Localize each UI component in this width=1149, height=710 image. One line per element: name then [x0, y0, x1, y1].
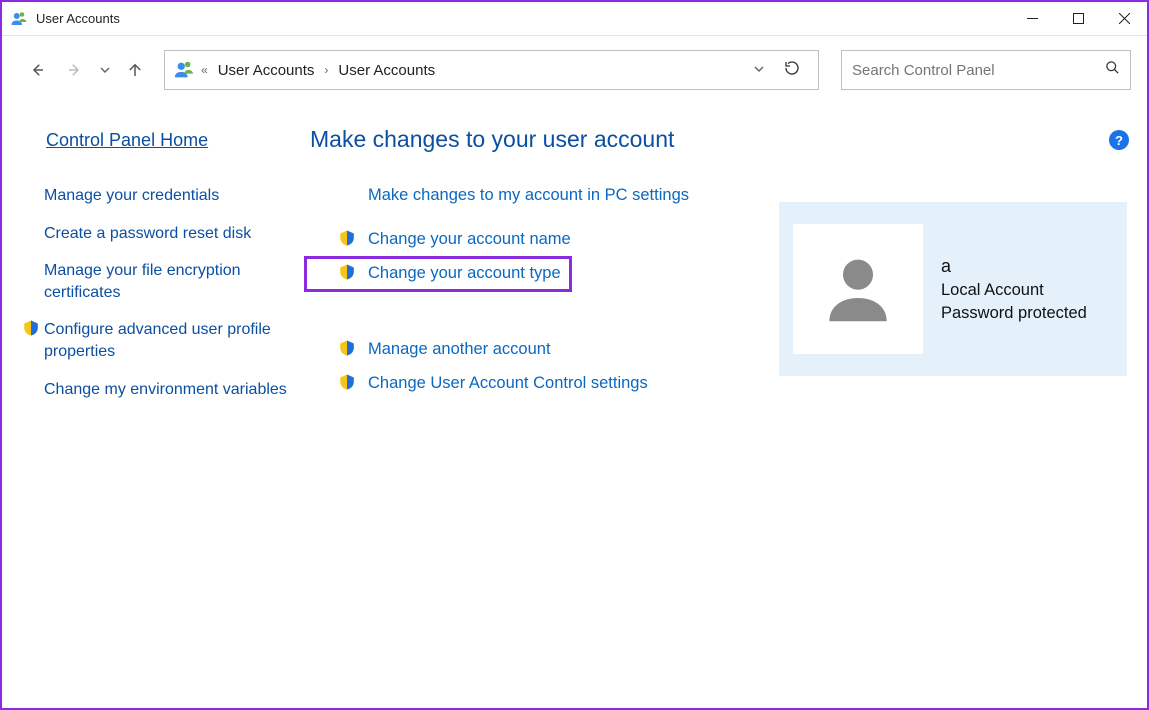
control-panel-home-link[interactable]: Control Panel Home: [20, 130, 310, 151]
link-change-account-name[interactable]: Change your account name: [368, 230, 571, 249]
history-dropdown[interactable]: [96, 53, 114, 87]
account-type: Local Account: [941, 281, 1087, 300]
search-icon[interactable]: [1105, 60, 1120, 80]
titlebar: User Accounts: [2, 2, 1147, 36]
sidebar-item-password-reset-disk[interactable]: Create a password reset disk: [44, 223, 251, 245]
link-change-account-type[interactable]: Change your account type: [368, 264, 561, 283]
toolbar: « User Accounts › User Accounts: [2, 36, 1147, 104]
back-button[interactable]: [20, 53, 54, 87]
user-avatar-icon: [815, 246, 901, 332]
link-manage-another-account[interactable]: Manage another account: [368, 340, 551, 359]
link-uac-settings[interactable]: Change User Account Control settings: [368, 374, 648, 393]
maximize-button[interactable]: [1055, 3, 1101, 35]
account-name: a: [941, 256, 1087, 277]
account-status: Password protected: [941, 304, 1087, 323]
window-title: User Accounts: [36, 11, 1009, 26]
refresh-button[interactable]: [774, 60, 810, 81]
breadcrumb-user-accounts-2[interactable]: User Accounts: [334, 60, 439, 81]
account-card: a Local Account Password protected: [779, 202, 1127, 376]
shield-icon: [338, 339, 356, 357]
minimize-button[interactable]: [1009, 3, 1055, 35]
sidebar-item-encryption-certificates[interactable]: Manage your file encryption certificates: [44, 260, 310, 303]
sidebar-item-advanced-profile[interactable]: Configure advanced user profile properti…: [44, 319, 310, 362]
search-box[interactable]: [841, 50, 1131, 90]
forward-button[interactable]: [58, 53, 92, 87]
breadcrumb-sep-icon: ›: [324, 63, 328, 77]
address-bar[interactable]: « User Accounts › User Accounts: [164, 50, 819, 90]
shield-icon: [338, 373, 356, 391]
user-accounts-icon: [10, 10, 28, 28]
user-accounts-icon: [173, 59, 195, 81]
shield-icon: [22, 319, 40, 337]
sidebar-item-environment-vars[interactable]: Change my environment variables: [44, 379, 287, 401]
shield-icon: [338, 263, 356, 281]
page-title: Make changes to your user account: [310, 126, 1129, 153]
link-pc-settings[interactable]: Make changes to my account in PC setting…: [368, 186, 689, 205]
sidebar: Control Panel Home Manage your credentia…: [20, 108, 310, 416]
search-input[interactable]: [852, 62, 1105, 79]
up-button[interactable]: [118, 53, 152, 87]
breadcrumb-overflow[interactable]: «: [201, 63, 208, 77]
sidebar-item-manage-credentials[interactable]: Manage your credentials: [44, 185, 219, 207]
breadcrumb-user-accounts-1[interactable]: User Accounts: [214, 60, 319, 81]
address-dropdown[interactable]: [750, 64, 768, 77]
avatar: [793, 224, 923, 354]
shield-icon: [338, 229, 356, 247]
close-button[interactable]: [1101, 3, 1147, 35]
